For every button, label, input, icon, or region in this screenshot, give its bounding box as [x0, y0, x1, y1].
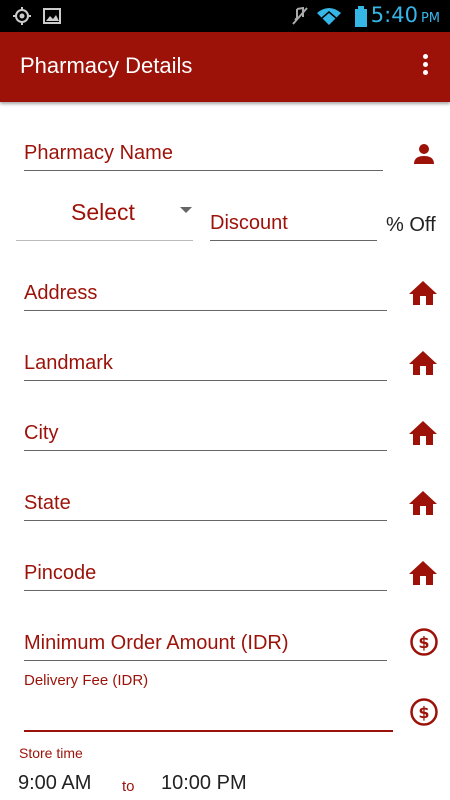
svg-text:$: $ — [418, 633, 429, 652]
svg-text:$: $ — [418, 703, 429, 722]
dollar-icon: $ — [410, 698, 438, 726]
discount-suffix: % Off — [386, 214, 436, 236]
image-icon — [43, 8, 61, 24]
time-ampm: PM — [420, 11, 440, 26]
address-field[interactable]: Address — [24, 280, 387, 312]
person-icon — [414, 144, 434, 164]
status-time: 5:40 PM — [371, 3, 440, 27]
state-placeholder: State — [24, 492, 71, 514]
address-underline — [24, 310, 387, 311]
home-icon — [409, 421, 437, 445]
state-underline — [24, 520, 387, 521]
pharmacy-name-field[interactable]: Pharmacy Name — [24, 140, 383, 172]
pincode-underline — [24, 590, 387, 591]
discount-underline — [210, 240, 377, 241]
delivery-fee-label: Delivery Fee (IDR) — [24, 672, 149, 689]
home-icon — [409, 561, 437, 585]
select-underline — [16, 240, 193, 241]
pharmacy-name-placeholder: Pharmacy Name — [24, 142, 173, 164]
open-time[interactable]: 9:00 AM — [18, 772, 91, 795]
delivery-fee-field[interactable] — [24, 694, 393, 734]
time-value: 5:40 — [370, 3, 418, 27]
status-bar: 5:40 PM — [0, 0, 450, 32]
select-value: Select — [71, 199, 135, 225]
page-title: Pharmacy Details — [20, 53, 193, 78]
address-placeholder: Address — [24, 282, 98, 304]
pincode-placeholder: Pincode — [24, 562, 97, 584]
min-order-placeholder: Minimum Order Amount (IDR) — [24, 632, 289, 654]
home-icon — [409, 281, 437, 305]
landmark-underline — [24, 380, 387, 381]
landmark-placeholder: Landmark — [24, 352, 113, 374]
chevron-down-icon — [180, 207, 192, 213]
delivery-fee-underline — [24, 730, 393, 732]
store-time-label: Store time — [19, 745, 83, 761]
app-bar: Pharmacy Details — [0, 32, 450, 102]
pharmacy-name-underline — [24, 170, 383, 171]
state-field[interactable]: State — [24, 490, 387, 522]
home-icon — [409, 491, 437, 515]
close-time[interactable]: 10:00 PM — [161, 772, 247, 795]
city-placeholder: City — [24, 422, 59, 444]
min-order-field[interactable]: Minimum Order Amount (IDR) — [24, 630, 387, 662]
gps-icon — [13, 7, 31, 25]
pincode-field[interactable]: Pincode — [24, 560, 387, 592]
mute-icon — [292, 6, 308, 25]
dollar-icon: $ — [410, 628, 438, 656]
select-dropdown[interactable]: Select — [16, 195, 193, 241]
discount-placeholder: Discount — [210, 212, 288, 234]
city-underline — [24, 450, 387, 451]
to-label: to — [122, 778, 135, 795]
battery-icon — [355, 6, 367, 27]
landmark-field[interactable]: Landmark — [24, 350, 387, 382]
overflow-menu-icon[interactable] — [420, 54, 430, 78]
home-icon — [409, 351, 437, 375]
discount-field[interactable]: Discount — [210, 210, 377, 242]
city-field[interactable]: City — [24, 420, 387, 452]
min-order-underline — [24, 660, 387, 661]
wifi-icon — [317, 8, 341, 25]
